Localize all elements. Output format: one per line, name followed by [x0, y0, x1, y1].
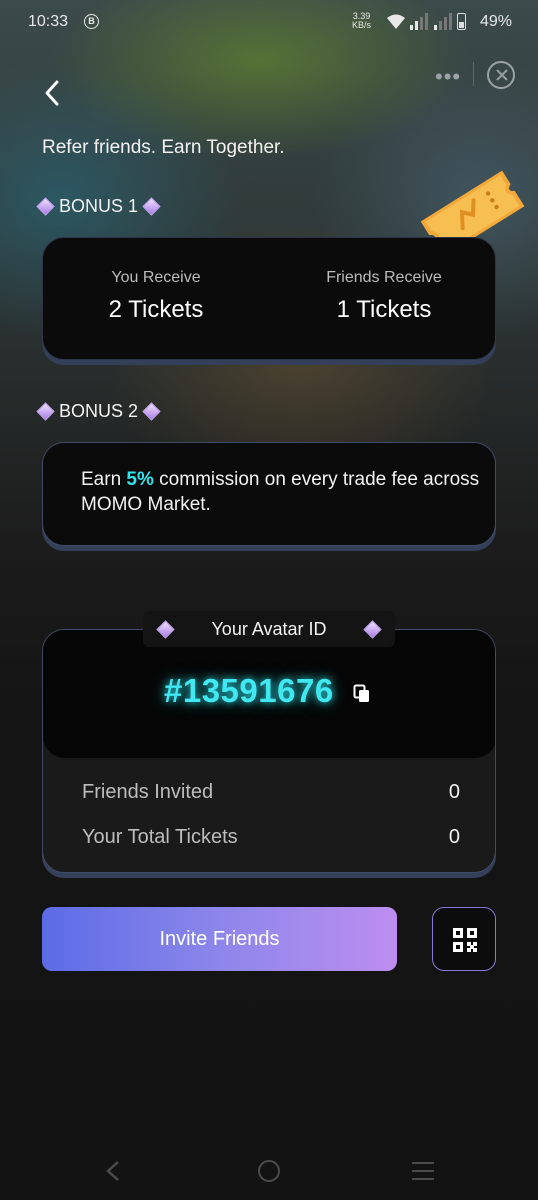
chevron-left-icon — [45, 80, 59, 106]
avatar-id-tab: Your Avatar ID — [143, 611, 395, 647]
bonus2-description: Earn 5% commission on every trade fee ac… — [81, 467, 481, 517]
qr-code-icon — [453, 928, 477, 952]
stat-value: 0 — [448, 826, 460, 848]
friends-receive-value: 1 Tickets — [336, 296, 432, 323]
signal-icon-2 — [434, 13, 452, 30]
nav-recents-icon[interactable] — [412, 1162, 434, 1186]
network-speed: 3.39 KB/s — [352, 12, 371, 30]
network-speed-unit: KB/s — [352, 20, 372, 30]
diamond-icon — [36, 197, 55, 216]
friends-receive-label: Friends Receive — [326, 269, 442, 286]
avatar-id-value: #13591676 — [164, 672, 334, 709]
stat-row-total-tickets: Your Total Tickets 0 — [82, 826, 460, 849]
you-receive-value: 2 Tickets — [108, 296, 204, 323]
copy-icon[interactable] — [353, 684, 371, 704]
you-receive-block: You Receive 2 Tickets — [43, 269, 269, 324]
diamond-icon — [36, 402, 55, 421]
bonus2-title: BONUS 2 — [59, 401, 139, 421]
capsule-divider — [473, 62, 474, 86]
bonus1-title: BONUS 1 — [59, 196, 139, 216]
bonus2-text-before: Earn — [81, 469, 127, 490]
mini-app-capsule: ••• — [425, 50, 525, 98]
b-app-icon: B — [84, 14, 99, 29]
close-circle-icon[interactable] — [487, 61, 515, 89]
stat-label: Friends Invited — [82, 781, 214, 803]
qr-code-button[interactable] — [432, 907, 496, 971]
signal-icon — [410, 13, 428, 30]
diamond-icon — [363, 619, 382, 639]
system-nav-bar — [0, 1140, 538, 1200]
diamond-icon — [142, 197, 161, 216]
wifi-icon — [387, 14, 405, 29]
diamond-icon — [156, 619, 175, 639]
bonus1-card: You Receive 2 Tickets Friends Receive 1 … — [42, 237, 496, 360]
friends-receive-block: Friends Receive 1 Tickets — [271, 269, 497, 324]
bonus2-card: Earn 5% commission on every trade fee ac… — [42, 442, 496, 546]
bonus1-label: BONUS 1 — [36, 196, 161, 217]
diamond-icon — [142, 402, 161, 421]
battery-icon — [457, 13, 466, 30]
page-headline: Refer friends. Earn Together. — [42, 137, 285, 158]
bonus2-label: BONUS 2 — [36, 401, 161, 422]
stat-label: Your Total Tickets — [82, 826, 238, 848]
avatar-id-label: Your Avatar ID — [211, 618, 327, 639]
stat-value: 0 — [448, 781, 460, 803]
back-button[interactable] — [36, 76, 70, 110]
battery-percent: 49% — [480, 13, 513, 30]
you-receive-label: You Receive — [111, 269, 201, 286]
status-bar: 10:33 B 3.39 KB/s 49% — [0, 0, 538, 44]
nav-back-icon[interactable] — [104, 1160, 122, 1182]
nav-home-icon[interactable] — [258, 1160, 280, 1182]
status-time: 10:33 — [28, 13, 69, 30]
invite-friends-button[interactable]: Invite Friends — [42, 907, 397, 971]
stat-row-friends-invited: Friends Invited 0 — [82, 781, 460, 804]
more-dots-icon[interactable]: ••• — [435, 64, 461, 90]
commission-percent: 5% — [126, 469, 154, 490]
